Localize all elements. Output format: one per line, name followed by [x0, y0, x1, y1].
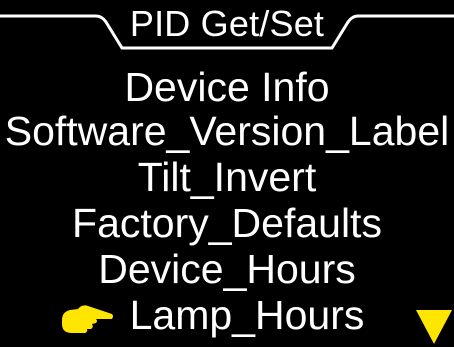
- menu-item-software-version-label[interactable]: Software_Version_Label: [0, 108, 454, 154]
- menu-item-label: Tilt_Invert: [137, 154, 317, 200]
- menu-item-tilt-invert[interactable]: Tilt_Invert: [0, 154, 454, 200]
- page-title: PID Get/Set: [129, 3, 325, 44]
- menu-item-label: Device Info: [124, 64, 330, 110]
- menu-item-label: Factory_Defaults: [72, 200, 382, 246]
- menu-item-device-info[interactable]: Device Info: [0, 64, 454, 110]
- menu-item-label: Device_Hours: [98, 246, 356, 292]
- pointing-hand-icon: [62, 305, 113, 333]
- menu-item-device-hours[interactable]: Device_Hours: [0, 246, 454, 292]
- menu-item-factory-defaults[interactable]: Factory_Defaults: [0, 200, 454, 246]
- down-arrow-icon[interactable]: [416, 308, 452, 346]
- menu-item-label: Software_Version_Label: [4, 108, 450, 154]
- header: PID Get/Set: [0, 0, 454, 56]
- menu-item-label: Lamp_Hours: [129, 292, 365, 338]
- pid-getset-screen: PID Get/Set Device Info Software_Version…: [0, 0, 454, 347]
